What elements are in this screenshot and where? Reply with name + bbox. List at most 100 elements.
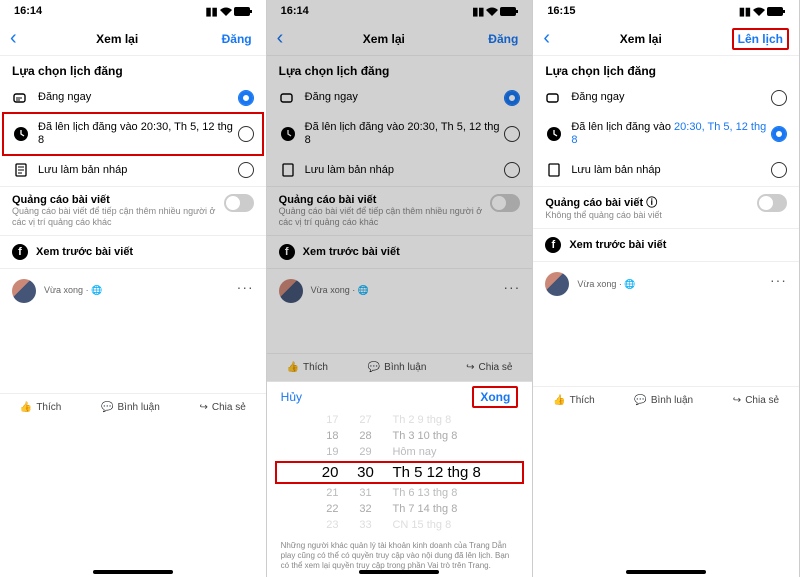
home-indicator[interactable]: [93, 570, 173, 574]
radio-icon: [771, 90, 787, 106]
status-icons: ▮▮: [739, 5, 785, 18]
option-post-now[interactable]: Đăng ngay: [533, 82, 799, 114]
done-button[interactable]: Xong: [472, 386, 518, 408]
signal-icon: ▮▮: [472, 5, 484, 18]
boost-toggle[interactable]: [757, 194, 787, 212]
post-menu-icon[interactable]: ···: [237, 279, 254, 295]
datetime-picker[interactable]: 1727Th 2 9 thg 8 1828Th 3 10 thg 8 1929H…: [267, 412, 533, 533]
option-draft[interactable]: Lưu làm bản nháp: [267, 154, 533, 186]
share-icon: ↪: [466, 362, 474, 373]
back-icon[interactable]: ‹: [543, 27, 550, 50]
option-post-now[interactable]: Đăng ngay: [267, 82, 533, 114]
post-actions: 👍Thích 💬Bình luận ↪Chia sẻ: [0, 393, 266, 421]
boost-title: Quảng cáo bài viết ⓘ: [545, 194, 757, 210]
post-now-icon: [279, 89, 297, 107]
radio-icon: [238, 126, 254, 142]
share-button[interactable]: ↪Chia sẻ: [733, 395, 779, 406]
option-label: Đăng ngay: [305, 91, 505, 104]
post-menu-icon[interactable]: ···: [770, 272, 787, 288]
nav-bar: ‹ Xem lại Lên lịch: [533, 22, 799, 56]
preview-row[interactable]: f Xem trước bài viết: [267, 236, 533, 269]
cancel-button[interactable]: Hủy: [281, 390, 302, 404]
boost-toggle[interactable]: [224, 194, 254, 212]
like-button[interactable]: 👍Thích: [287, 362, 328, 373]
status-bar: 16:14 ▮▮: [0, 0, 266, 22]
option-scheduled[interactable]: Đã lên lịch đăng vào 20:30, Th 5, 12 thg…: [533, 114, 799, 154]
comment-button[interactable]: 💬Bình luận: [101, 402, 160, 413]
post-actions: 👍Thích 💬Bình luận ↪Chia sẻ: [267, 353, 533, 381]
info-icon[interactable]: ⓘ: [646, 197, 657, 209]
radio-icon: [238, 90, 254, 106]
like-icon: 👍: [20, 402, 32, 413]
option-post-now[interactable]: Đăng ngay: [0, 82, 266, 114]
post-header: Vừa xong · 🌐 ···: [267, 269, 533, 313]
preview-row[interactable]: f Xem trước bài viết: [533, 229, 799, 262]
boost-post-row[interactable]: Quảng cáo bài viết ⓘ Không thể quảng cáo…: [533, 186, 799, 229]
boost-toggle[interactable]: [490, 194, 520, 212]
home-indicator[interactable]: [359, 570, 439, 574]
like-button[interactable]: 👍Thích: [20, 402, 61, 413]
draft-icon: [545, 161, 563, 179]
comment-button[interactable]: 💬Bình luận: [634, 395, 693, 406]
comment-button[interactable]: 💬Bình luận: [368, 362, 427, 373]
post-meta: Vừa xong · 🌐: [577, 279, 635, 290]
share-button[interactable]: ↪Chia sẻ: [199, 402, 245, 413]
preview-label: Xem trước bài viết: [569, 239, 666, 251]
like-icon: 👍: [287, 362, 299, 373]
radio-icon: [504, 90, 520, 106]
post-actions: 👍Thích 💬Bình luận ↪Chia sẻ: [533, 386, 799, 414]
share-button[interactable]: ↪Chia sẻ: [466, 362, 512, 373]
home-indicator[interactable]: [626, 570, 706, 574]
option-draft[interactable]: Lưu làm bản nháp: [0, 154, 266, 186]
option-scheduled[interactable]: Đã lên lịch đăng vào 20:30, Th 5, 12 thg…: [0, 114, 266, 154]
preview-label: Xem trước bài viết: [303, 246, 400, 258]
preview-label: Xem trước bài viết: [36, 246, 133, 258]
option-label: Đã lên lịch đăng vào 20:30, Th 5, 12 thg…: [38, 121, 238, 147]
signal-icon: ▮▮: [206, 5, 218, 18]
schedule-button[interactable]: Lên lịch: [732, 28, 789, 50]
option-label: Lưu làm bản nháp: [38, 164, 238, 177]
back-icon[interactable]: ‹: [277, 27, 284, 50]
option-draft[interactable]: Lưu làm bản nháp: [533, 154, 799, 186]
like-icon: 👍: [553, 395, 565, 406]
status-bar: 16:15 ▮▮: [533, 0, 799, 22]
boost-post-row[interactable]: Quảng cáo bài viếtQuảng cáo bài viết để …: [267, 186, 533, 236]
draft-icon: [279, 161, 297, 179]
clock-icon: [279, 125, 297, 143]
status-bar: 16:14 ▮▮: [267, 0, 533, 22]
radio-icon: [771, 162, 787, 178]
post-now-icon: [545, 89, 563, 107]
facebook-icon: f: [545, 237, 561, 253]
boost-subtitle: Quảng cáo bài viết để tiếp cận thêm nhiề…: [279, 206, 491, 228]
option-label: Đăng ngay: [571, 91, 771, 104]
avatar[interactable]: [12, 279, 36, 303]
publish-button[interactable]: Đăng: [218, 30, 256, 48]
signal-icon: ▮▮: [739, 5, 751, 18]
post-menu-icon[interactable]: ···: [503, 279, 520, 295]
avatar[interactable]: [279, 279, 303, 303]
schedule-header: Lựa chọn lịch đăng: [0, 56, 266, 82]
picker-selected-row: 2030Th 5 12 thg 8: [277, 462, 523, 483]
status-icons: ▮▮: [472, 5, 518, 18]
comment-icon: 💬: [634, 395, 646, 406]
post-meta: Vừa xong · 🌐: [44, 285, 102, 296]
wifi-icon: [486, 7, 498, 16]
radio-icon: [238, 162, 254, 178]
publish-button[interactable]: Đăng: [484, 30, 522, 48]
clock-icon: [545, 125, 563, 143]
draft-icon: [12, 161, 30, 179]
option-scheduled[interactable]: Đã lên lịch đăng vào 20:30, Th 5, 12 thg…: [267, 114, 533, 154]
comment-icon: 💬: [101, 402, 113, 413]
like-button[interactable]: 👍Thích: [553, 395, 594, 406]
nav-title: Xem lại: [96, 32, 138, 46]
wifi-icon: [753, 7, 765, 16]
boost-post-row[interactable]: Quảng cáo bài viết Quảng cáo bài viết để…: [0, 186, 266, 236]
status-time: 16:14: [14, 5, 42, 17]
back-icon[interactable]: ‹: [10, 27, 17, 50]
preview-row[interactable]: f Xem trước bài viết: [0, 236, 266, 269]
avatar[interactable]: [545, 272, 569, 296]
nav-bar: ‹ Xem lại Đăng: [267, 22, 533, 56]
option-label: Lưu làm bản nháp: [571, 164, 771, 177]
option-label: Đã lên lịch đăng vào 20:30, Th 5, 12 thg…: [571, 121, 771, 147]
boost-subtitle: Quảng cáo bài viết để tiếp cận thêm nhiề…: [12, 206, 224, 228]
